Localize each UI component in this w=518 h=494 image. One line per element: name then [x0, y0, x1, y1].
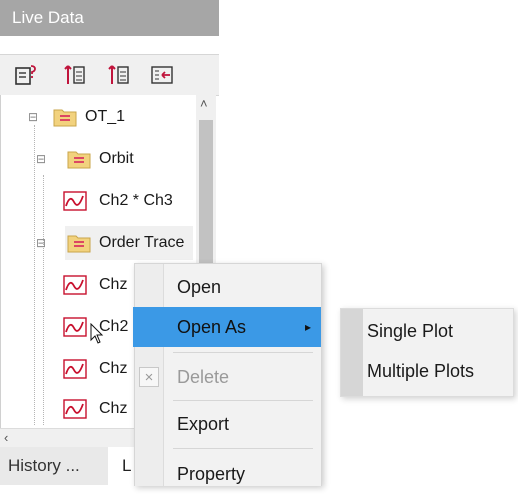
menu-item-open[interactable]: Open [163, 267, 319, 307]
tab-history[interactable]: History ... [0, 447, 108, 485]
tree-node-label: Chz [99, 276, 128, 293]
collapse-expander-icon[interactable]: ⊟ [28, 111, 38, 123]
tree-node-orbit[interactable]: Orbit [67, 142, 193, 176]
mouse-cursor-icon [90, 323, 104, 345]
collapse-all-icon[interactable] [150, 63, 174, 87]
tree-node-channel[interactable]: Chz [63, 268, 135, 302]
folder-icon [67, 233, 91, 253]
context-menu: Open Open As ▸ × Delete Export Property [133, 263, 322, 486]
collapse-expander-icon[interactable]: ⊟ [36, 153, 46, 165]
open-as-submenu: Single Plot Multiple Plots [340, 308, 514, 397]
tree-node-channel[interactable]: Chz [63, 352, 135, 386]
tree-node-label: Order Trace [99, 234, 185, 251]
collapse-tree-icon[interactable] [108, 63, 132, 87]
menu-separator [173, 448, 313, 449]
tree-node-ot1[interactable]: OT_1 [53, 100, 193, 134]
tree-node-label: Chz [99, 400, 128, 417]
panel-toolbar [0, 54, 219, 96]
delete-icon: × [139, 367, 159, 387]
tree-node-label: OT_1 [85, 108, 126, 125]
tree-node-order-trace[interactable]: Order Trace [65, 226, 193, 260]
scroll-up-arrow-icon[interactable]: ˄ [200, 97, 208, 111]
signal-icon [63, 317, 87, 337]
collapse-expander-icon[interactable]: ⊟ [36, 237, 46, 249]
tree-node-ch2-ch3[interactable]: Ch2 * Ch3 [63, 184, 193, 218]
submenu-item-single-plot[interactable]: Single Plot [367, 311, 511, 351]
tree-node-channel[interactable]: Chz [63, 392, 135, 426]
menu-separator [173, 352, 313, 353]
folder-icon [53, 107, 77, 127]
expand-tree-icon[interactable] [64, 63, 88, 87]
submenu-arrow-icon: ▸ [304, 320, 311, 334]
submenu-item-multiple-plots[interactable]: Multiple Plots [367, 351, 511, 391]
scroll-left-arrow-icon[interactable]: ‹ [4, 430, 8, 445]
menu-item-label: Open As [177, 317, 247, 337]
menu-item-delete[interactable]: Delete [163, 357, 319, 397]
signal-icon [63, 359, 87, 379]
tree-node-label: Orbit [99, 150, 134, 167]
signal-icon [63, 399, 87, 419]
menu-item-open-as[interactable]: Open As ▸ [133, 307, 321, 347]
tree-guide-line [34, 125, 35, 425]
menu-separator [173, 400, 313, 401]
tree-node-label: Ch2 * Ch3 [99, 192, 173, 209]
menu-item-export[interactable]: Export [163, 404, 319, 444]
panel-title: Live Data [0, 0, 219, 36]
tree-guide-line [43, 175, 44, 425]
tree-node-label: Chz [99, 360, 128, 377]
signal-icon [63, 191, 87, 211]
signal-icon [63, 275, 87, 295]
submenu-icon-column [341, 309, 363, 396]
folder-icon [67, 149, 91, 169]
menu-item-property[interactable]: Property [163, 454, 319, 494]
properties-icon[interactable] [14, 63, 38, 87]
